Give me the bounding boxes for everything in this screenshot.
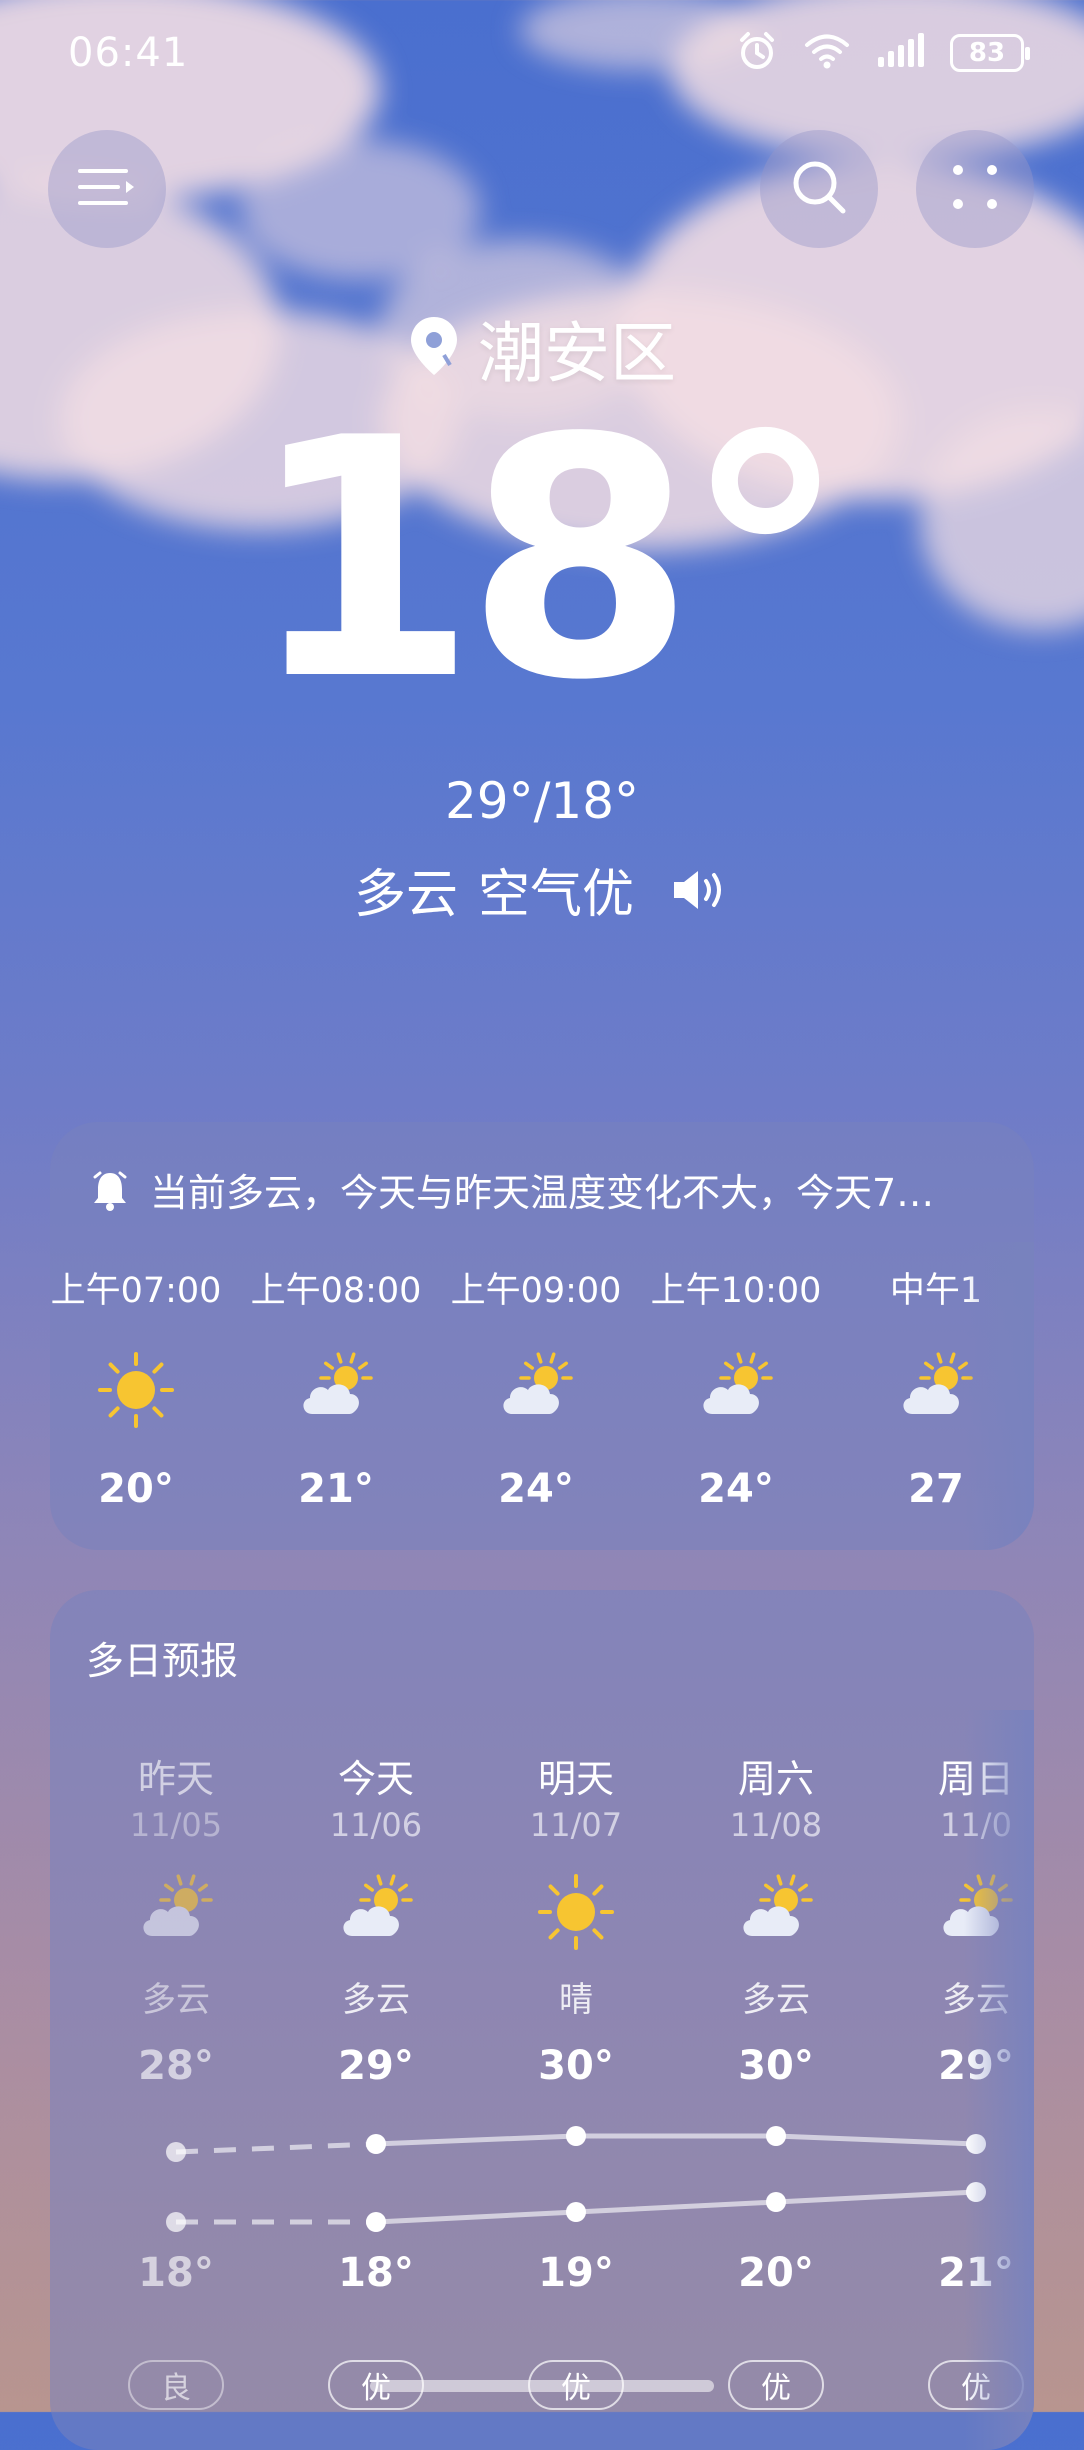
hour-temperature: 27 [908,1466,964,1512]
current-temperature: 18° [247,368,848,752]
search-button[interactable] [760,130,878,248]
hour-time: 中午1 [889,1271,983,1311]
wifi-icon [804,32,850,74]
search-icon [789,157,849,221]
day-condition: 多云 [942,1980,1010,2020]
home-indicator[interactable] [370,2380,714,2392]
day-name: 周六 [737,1757,814,1801]
air-quality: 空气优 [478,865,635,925]
day-condition: 多云 [142,1980,210,2020]
battery-level: 83 [968,38,1006,68]
hourly-forecast-card[interactable]: 当前多云，今天与昨天温度变化不大，今天7… 上午07:00 20° 上午08:00 … [50,1122,1034,1550]
aqi-badge: 良 [128,2360,224,2410]
hour-time: 上午08:00 [250,1271,422,1311]
low-temp-trend-point [766,2192,786,2212]
status-bar: 06:41 83 [0,0,1084,110]
battery-icon: 83 [950,34,1030,72]
grid-dots-icon [950,162,1000,216]
day-condition: 多云 [742,1980,810,2020]
alert-text: 当前多云，今天与昨天温度变化不大，今天7… [150,1171,935,1215]
day-name: 周日 [937,1757,1014,1801]
day-low-temperature: 20° [738,2250,814,2296]
hour-time: 上午10:00 [650,1271,822,1311]
partly-cloudy-icon [894,1348,978,1432]
aqi-badge: 优 [728,2360,824,2410]
signal-icon [876,33,924,73]
daily-item[interactable]: 昨天 11/05 多云 28° [76,1748,276,2089]
bell-icon [90,1169,130,1211]
current-condition: 多云 [353,865,458,925]
low-temp-trend-point [166,2212,186,2232]
day-low-temperature: 18° [138,2250,214,2296]
hourly-item[interactable]: 上午07:00 20° [50,1262,236,1512]
day-name: 明天 [537,1757,614,1801]
day-high-temperature: 29° [938,2043,1014,2089]
hourly-item[interactable]: 上午10:00 24° [636,1262,836,1512]
day-name: 昨天 [137,1757,214,1801]
high-temp-trend-past-segment [175,2141,377,2155]
partly-cloudy-icon [134,1870,218,1954]
hour-time: 上午07:00 [50,1271,222,1311]
hour-temperature: 24° [698,1466,774,1512]
daily-item[interactable]: 明天 11/07 晴 30° [476,1748,676,2089]
day-high-temperature: 28° [138,2043,214,2089]
daily-item[interactable]: 周六 11/08 多云 30° [676,1748,876,2089]
daily-item[interactable]: 今天 11/06 多云 29° [276,1748,476,2089]
partly-cloudy-icon [334,1870,418,1954]
high-temp-trend-point [966,2134,986,2154]
hourly-item[interactable]: 中午1 27 [836,1262,1034,1512]
daily-forecast-title: 多日预报 [86,1639,239,1683]
partly-cloudy-icon [734,1870,818,1954]
high-temp-trend-line [375,2133,977,2147]
day-high-temperature: 30° [738,2043,814,2089]
sunny-icon [94,1348,178,1432]
hour-temperature: 20° [98,1466,174,1512]
partly-cloudy-icon [494,1348,578,1432]
low-temp-trend-point [366,2212,386,2232]
day-date: 11/0 [940,1806,1012,1844]
aqi-badge: 优 [928,2360,1024,2410]
partly-cloudy-icon [294,1348,378,1432]
menu-icon [76,165,138,213]
daily-item[interactable]: 周日 11/0 多云 29° [876,1748,1034,2089]
day-date: 11/08 [729,1806,823,1844]
day-low-temperature: 18° [338,2250,414,2296]
status-icons: 83 [736,30,1030,76]
condition-line: 多云 空气优 [0,852,1084,927]
hour-temperature: 21° [298,1466,374,1512]
alarm-icon [736,30,778,76]
high-temp-trend-point [366,2134,386,2154]
high-temp-trend-point [766,2126,786,2146]
day-high-temperature: 29° [338,2043,414,2089]
daily-forecast-card[interactable]: 多日预报 昨天 11/05 多云 28° 18° 良 今天 11/06 多云 29° 18° 优 明… [50,1590,1034,2450]
hour-time: 上午09:00 [450,1271,622,1311]
day-condition: 多云 [342,1980,410,2020]
low-temp-trend-point [966,2182,986,2202]
day-high-temperature: 30° [538,2043,614,2089]
hourly-item[interactable]: 上午08:00 21° [236,1262,436,1512]
day-low-temperature: 19° [538,2250,614,2296]
day-condition: 晴 [559,1980,593,2020]
day-low-temperature: 21° [938,2250,1014,2296]
day-date: 11/05 [129,1806,223,1844]
more-button[interactable] [916,130,1034,248]
menu-button[interactable] [48,130,166,248]
high-temp-trend-point [566,2126,586,2146]
low-temp-trend-point [566,2202,586,2222]
high-temp-trend-point [166,2142,186,2162]
hourly-item[interactable]: 上午09:00 24° [436,1262,636,1512]
speaker-icon[interactable] [670,865,730,915]
high-low-temperature: 29°/18° [444,772,640,830]
status-time: 06:41 [68,30,189,76]
hour-temperature: 24° [498,1466,574,1512]
day-name: 今天 [337,1757,414,1801]
partly-cloudy-icon [694,1348,778,1432]
low-temp-trend-line [375,2189,977,2225]
sunny-icon [534,1870,618,1954]
day-date: 11/06 [329,1806,423,1844]
day-date: 11/07 [529,1806,623,1844]
weather-alert[interactable]: 当前多云，今天与昨天温度变化不大，今天7… [90,1162,994,1217]
partly-cloudy-icon [934,1870,1018,1954]
